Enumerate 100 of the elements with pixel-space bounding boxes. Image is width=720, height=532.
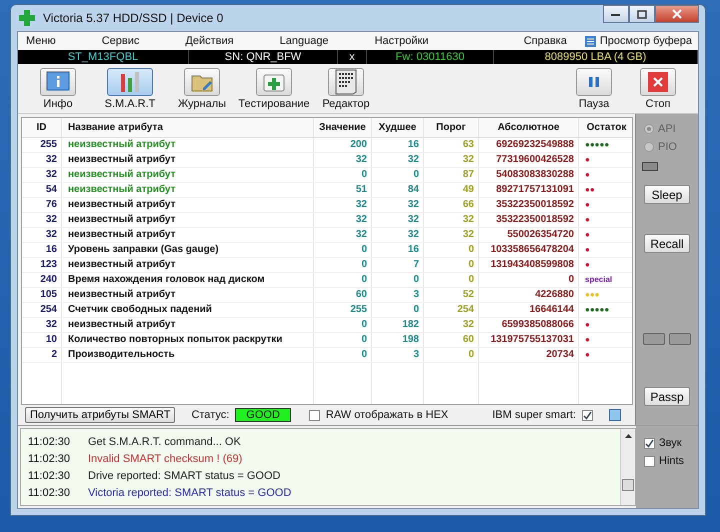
checkbox[interactable]: [582, 410, 593, 420]
checkbox[interactable]: [308, 410, 320, 420]
firmware-version: Fw: 03011630: [367, 50, 494, 64]
table-cell: 60: [424, 333, 479, 347]
color-swatch-icon: [609, 409, 621, 421]
table-cell: неизвестный атрибут: [62, 183, 314, 197]
remaining-indicator: ●: [585, 170, 590, 179]
table-cell: 66: [424, 198, 479, 212]
table-cell: 3: [372, 348, 424, 362]
column-header[interactable]: ID: [22, 118, 62, 137]
log-time: 11:02:30: [27, 470, 72, 482]
remaining-indicator: ●: [585, 215, 590, 224]
toolbar-button[interactable]: Редактор: [310, 68, 382, 110]
drive-capacity: 8089950 LBA (4 GB): [494, 50, 698, 64]
menu-item[interactable]: Действия: [183, 35, 236, 47]
table-cell: 32: [22, 213, 62, 227]
radio-label: PIO: [658, 141, 677, 153]
recall-button[interactable]: Recall: [644, 234, 690, 253]
column-header[interactable]: Порог: [424, 118, 479, 137]
status-indicator: GOOD: [235, 408, 291, 422]
table-cell: 89271757131091: [479, 183, 579, 197]
passp-button[interactable]: Passp: [644, 387, 690, 406]
table-cell: 32: [424, 153, 479, 167]
table-cell: 0: [372, 303, 424, 317]
table-cell: 198: [372, 333, 424, 347]
table-cell: 7: [372, 258, 424, 272]
table-cell: 0: [314, 273, 372, 287]
list-icon: [584, 36, 596, 46]
table-cell: Счетчик свободных падений: [62, 303, 314, 317]
table-cell: 0: [314, 318, 372, 332]
table-cell: 63: [424, 138, 479, 152]
table-cell: 32: [372, 213, 424, 227]
table-cell: неизвестный атрибут: [62, 138, 314, 152]
drive-model: ST_M13FQBL: [18, 50, 189, 64]
remaining-indicator: ●: [585, 320, 590, 329]
table-cell: 77319600426528: [479, 153, 579, 167]
log-message: Drive reported: SMART status = GOOD: [88, 470, 280, 482]
scrollbar-thumb[interactable]: [622, 479, 634, 491]
maximize-button[interactable]: [629, 5, 655, 23]
table-cell: 182: [372, 318, 424, 332]
log-message: Invalid SMART checksum ! (69): [88, 452, 242, 464]
remaining-indicator: special: [585, 275, 612, 284]
table-cell: 32: [314, 153, 372, 167]
table-cell: 32: [314, 213, 372, 227]
column-header[interactable]: Остаток: [579, 118, 632, 137]
table-cell: 0: [314, 333, 372, 347]
table-cell: 35322350018592: [479, 213, 579, 227]
checkbox[interactable]: [644, 456, 655, 466]
toolbar-button[interactable]: S.M.A.R.T: [94, 68, 166, 110]
toolbar-button[interactable]: Тестирование: [238, 68, 310, 110]
column-header[interactable]: Значение: [314, 118, 372, 137]
table-cell: 0: [424, 273, 479, 287]
get-smart-button[interactable]: Получить атрибуты SMART: [25, 407, 176, 423]
table-cell: 32: [372, 198, 424, 212]
maximize-icon: [637, 10, 647, 18]
table-cell: Уровень заправки (Gas gauge): [62, 243, 314, 257]
table-cell: 0: [372, 273, 424, 287]
close-button[interactable]: [655, 5, 699, 23]
table-cell: 254: [424, 303, 479, 317]
remaining-indicator: ●: [585, 230, 590, 239]
table-cell: неизвестный атрибут: [62, 318, 314, 332]
table-cell: 32: [314, 228, 372, 242]
remaining-indicator: ●: [585, 350, 590, 359]
table-cell: 16: [22, 243, 62, 257]
log-time: 11:02:30: [27, 436, 72, 448]
checkbox[interactable]: [644, 438, 655, 448]
menu-item[interactable]: Меню: [24, 35, 58, 47]
scrollbar[interactable]: [620, 429, 635, 505]
bar-chart-icon: [118, 70, 142, 94]
menu-item[interactable]: Справка: [522, 35, 569, 47]
radio-label: API: [658, 123, 676, 135]
stop-icon: [648, 72, 668, 92]
toolbar-button[interactable]: Стоп: [626, 68, 690, 110]
table-cell: неизвестный атрибут: [62, 168, 314, 182]
checkbox-label: RAW отображать в HEX: [326, 409, 448, 421]
remaining-indicator: ●: [585, 335, 590, 344]
menu-item[interactable]: Настройки: [372, 35, 430, 47]
table-cell: 105: [22, 288, 62, 302]
close-device-button[interactable]: x: [338, 50, 367, 64]
toolbar-button[interactable]: Пауза: [562, 68, 626, 110]
buffer-view-button[interactable]: Просмотр буфера: [584, 35, 692, 47]
indicator-light: [642, 162, 658, 171]
table-cell: неизвестный атрибут: [62, 258, 314, 272]
table-cell: 123: [22, 258, 62, 272]
table-cell: 200: [314, 138, 372, 152]
column-header[interactable]: Худшее: [372, 118, 424, 137]
binary-document-icon: [334, 69, 358, 95]
column-header[interactable]: Название атрибута: [62, 118, 314, 137]
menu-item[interactable]: Language: [278, 35, 331, 47]
table-cell: 76: [22, 198, 62, 212]
toolbar-button[interactable]: Журналы: [166, 68, 238, 110]
minimize-button[interactable]: [603, 5, 629, 23]
table-cell: 16: [372, 138, 424, 152]
remaining-indicator: ●: [585, 245, 590, 254]
table-cell: 32: [22, 168, 62, 182]
sleep-button[interactable]: Sleep: [644, 185, 690, 204]
toolbar-button[interactable]: Инфо: [22, 68, 94, 110]
menu-item[interactable]: Сервис: [100, 35, 142, 47]
table-cell: 32: [22, 228, 62, 242]
column-header[interactable]: Абсолютное: [479, 118, 579, 137]
